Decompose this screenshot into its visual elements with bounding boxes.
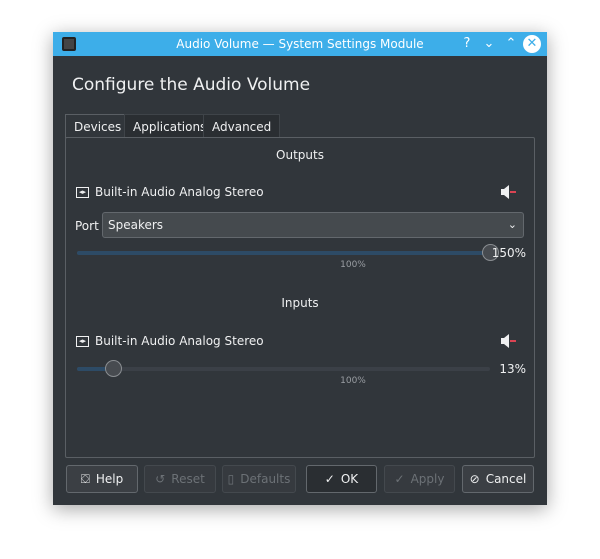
- title-bar: Audio Volume — System Settings Module ? …: [53, 32, 547, 56]
- inputs-heading: Inputs: [281, 296, 319, 310]
- input-volume-value: 13%: [499, 362, 526, 376]
- input-100-mark: 100%: [340, 376, 366, 386]
- undo-icon: ↺: [155, 472, 166, 486]
- speaker-muted-icon[interactable]: [500, 185, 516, 199]
- port-value: Speakers: [108, 218, 164, 232]
- reset-label: Reset: [171, 472, 205, 486]
- slider-handle[interactable]: [104, 360, 122, 377]
- defaults-label: Defaults: [240, 472, 291, 486]
- port-select[interactable]: Speakers ⌄: [102, 212, 524, 238]
- check-icon: ✓: [324, 472, 335, 486]
- defaults-icon: ▯: [227, 472, 235, 486]
- output-device: ◂▸ Built-in Audio Analog Stereo: [76, 185, 264, 199]
- help-label: Help: [95, 472, 124, 486]
- apply-button[interactable]: ✓ Apply: [384, 465, 455, 493]
- tab-advanced[interactable]: Advanced: [203, 114, 281, 138]
- port-label: Port: [75, 219, 99, 233]
- input-device-name: Built-in Audio Analog Stereo: [95, 334, 264, 348]
- audio-card-icon: ◂▸: [76, 186, 89, 198]
- ok-label: OK: [340, 472, 359, 486]
- defaults-button[interactable]: ▯ Defaults: [222, 465, 296, 493]
- input-muted-icon[interactable]: [500, 334, 516, 348]
- minimize-icon[interactable]: ⌄: [480, 35, 498, 53]
- help-icon: ⛋: [80, 471, 90, 486]
- ok-button[interactable]: ✓ OK: [306, 465, 377, 493]
- check-icon: ✓: [394, 472, 405, 486]
- tab-devices[interactable]: Devices: [65, 114, 131, 138]
- outputs-heading: Outputs: [276, 148, 324, 162]
- settings-window: Audio Volume — System Settings Module ? …: [53, 32, 547, 505]
- cancel-label: Cancel: [485, 472, 527, 486]
- input-volume-slider[interactable]: [77, 360, 490, 377]
- slider-fill: [77, 251, 490, 255]
- maximize-icon[interactable]: ⌃: [502, 35, 520, 53]
- output-100-mark: 100%: [340, 260, 366, 270]
- output-device-name: Built-in Audio Analog Stereo: [95, 185, 264, 199]
- cancel-button[interactable]: ⊘ Cancel: [462, 465, 534, 493]
- chevron-down-icon: ⌄: [507, 218, 517, 231]
- audio-card-icon: ◂▸: [76, 335, 89, 347]
- apply-label: Apply: [410, 472, 445, 486]
- close-icon[interactable]: ✕: [523, 35, 541, 53]
- cancel-icon: ⊘: [469, 472, 480, 486]
- tab-applications[interactable]: Applications: [124, 114, 216, 138]
- output-volume-value: 150%: [491, 246, 526, 260]
- page-title: Configure the Audio Volume: [72, 75, 311, 95]
- devices-panel: Outputs ◂▸ Built-in Audio Analog Stereo …: [65, 137, 535, 458]
- reset-button[interactable]: ↺ Reset: [144, 465, 216, 493]
- output-volume-slider[interactable]: [77, 244, 499, 261]
- input-device: ◂▸ Built-in Audio Analog Stereo: [76, 334, 264, 348]
- help-button[interactable]: ⛋ Help: [66, 465, 138, 493]
- help-icon[interactable]: ?: [458, 35, 476, 53]
